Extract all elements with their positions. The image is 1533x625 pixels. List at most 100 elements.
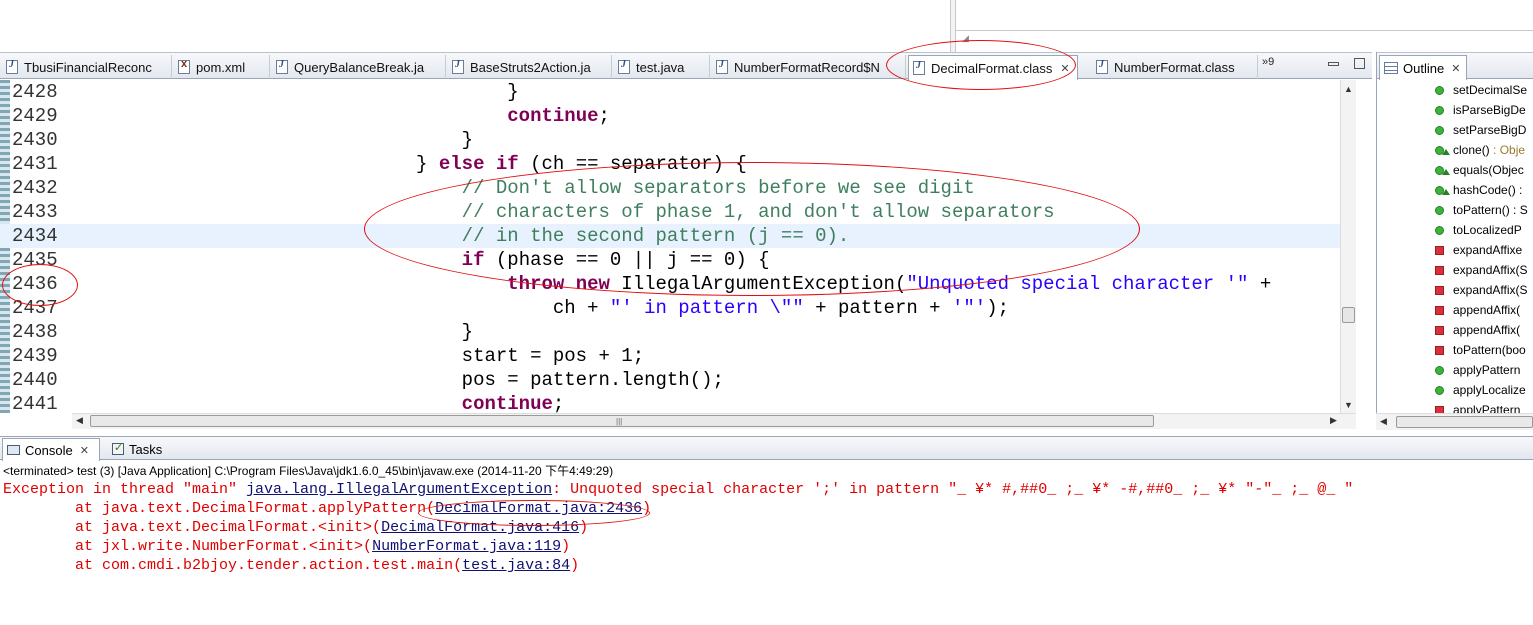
tab-query-balance-break[interactable]: QueryBalanceBreak.ja: [272, 55, 446, 79]
outline-item[interactable]: setDecimalSe: [1435, 80, 1527, 100]
java-file-icon: [6, 59, 18, 74]
vertical-sash[interactable]: [950, 0, 956, 52]
outline-item[interactable]: expandAffix(S: [1435, 260, 1528, 280]
outline-item-label: setDecimalSe: [1453, 83, 1527, 97]
line-number: 2433: [12, 201, 58, 223]
outline-item[interactable]: expandAffix(S: [1435, 280, 1528, 300]
tab-console[interactable]: Console ✕: [2, 438, 100, 461]
outline-item[interactable]: appendAffix(: [1435, 320, 1520, 340]
outline-item[interactable]: applyPattern: [1435, 360, 1520, 380]
tab-label: Tasks: [129, 441, 163, 457]
editor-vertical-scrollbar[interactable]: [1340, 80, 1356, 413]
public-method-icon: [1435, 225, 1444, 235]
tab-decimal-format-class[interactable]: DecimalFormat.class ✕: [908, 55, 1078, 80]
private-method-icon: [1435, 245, 1444, 255]
tab-label: TbusiFinancialReconc: [24, 59, 152, 75]
tab-overflow-button[interactable]: »9: [1262, 56, 1274, 68]
code-line[interactable]: 2434 // in the second pattern (j == 0).: [0, 224, 1340, 248]
code-line[interactable]: 2430 }: [0, 128, 1340, 152]
code-text: throw new IllegalArgumentException("Unqu…: [74, 272, 1271, 296]
tab-label: NumberFormat.class: [1114, 59, 1235, 75]
xml-file-icon: [178, 58, 190, 74]
code-line[interactable]: 2437 ch + "' in pattern \"" + pattern + …: [0, 296, 1340, 320]
outline-item[interactable]: appendAffix(: [1435, 300, 1520, 320]
editor-vertical-scroll-thumb[interactable]: [1342, 307, 1355, 323]
outline-item[interactable]: expandAffixe: [1435, 240, 1522, 260]
public-method-icon: [1435, 205, 1444, 215]
tab-tasks[interactable]: Tasks: [108, 438, 170, 460]
close-icon[interactable]: ✕: [80, 444, 89, 457]
stack-frame-link[interactable]: NumberFormat.java:119: [372, 538, 561, 555]
outline-item[interactable]: applyLocalize: [1435, 380, 1526, 400]
code-text: // characters of phase 1, and don't allo…: [74, 200, 1055, 224]
line-number: 2429: [12, 105, 58, 127]
tab-tbusi-financial-reconc[interactable]: TbusiFinancialReconc: [2, 55, 172, 79]
tab-label: NumberFormatRecord$N: [734, 59, 880, 75]
close-icon[interactable]: ✕: [1451, 62, 1460, 75]
java-file-icon: [716, 59, 728, 74]
stack-frame-suffix: ): [570, 557, 580, 574]
maximize-icon[interactable]: [1354, 58, 1365, 69]
tab-number-format-record[interactable]: NumberFormatRecord$N: [712, 55, 906, 79]
outline-horizontal-scroll-thumb[interactable]: [1396, 416, 1533, 428]
exception-line: Exception in thread "main" java.lang.Ill…: [3, 481, 1353, 498]
code-line[interactable]: 2433 // characters of phase 1, and don't…: [0, 200, 1340, 224]
outline-item[interactable]: equals(Objec: [1435, 160, 1524, 180]
tab-pom-xml[interactable]: pom.xml: [174, 55, 270, 79]
stack-frame-link[interactable]: test.java:84: [462, 557, 570, 574]
code-line[interactable]: 2431 } else if (ch == separator) {: [0, 152, 1340, 176]
close-icon[interactable]: ✕: [1060, 62, 1069, 75]
code-text: continue;: [74, 392, 565, 413]
code-string: "Unquoted special character '": [906, 273, 1249, 295]
outline-item[interactable]: isParseBigDe: [1435, 100, 1526, 120]
stack-frame-link[interactable]: DecimalFormat.java:416: [381, 519, 579, 536]
private-method-icon: [1435, 345, 1444, 355]
code-line[interactable]: 2435 if (phase == 0 || j == 0) {: [0, 248, 1340, 272]
scroll-right-icon[interactable]: ▶: [1330, 415, 1337, 426]
tab-outline[interactable]: Outline ✕: [1379, 55, 1467, 80]
tab-base-struts2-action[interactable]: BaseStruts2Action.ja: [448, 55, 612, 79]
outline-item[interactable]: clone() : Obje: [1435, 140, 1525, 160]
scroll-left-icon[interactable]: ◀: [76, 415, 83, 426]
public-method-icon: [1435, 385, 1444, 395]
exception-class-link[interactable]: java.lang.IllegalArgumentException: [246, 481, 552, 498]
minimize-icon[interactable]: [1328, 62, 1339, 66]
outline-item-label: appendAffix(: [1453, 323, 1520, 337]
tab-label: Console: [25, 442, 73, 458]
tab-label: QueryBalanceBreak.ja: [294, 59, 425, 75]
outline-item[interactable]: toPattern() : S: [1435, 200, 1528, 220]
outline-list: setDecimalSe isParseBigDe setParseBigD clon…: [1377, 80, 1533, 415]
public-method-icon: [1435, 365, 1444, 375]
outline-item[interactable]: hashCode() :: [1435, 180, 1522, 200]
code-token: ;: [552, 393, 565, 413]
code-line[interactable]: 2436 throw new IllegalArgumentException(…: [0, 272, 1340, 296]
code-token: }: [74, 129, 474, 151]
line-number: 2431: [12, 153, 58, 175]
outline-item[interactable]: setParseBigD: [1435, 120, 1526, 140]
code-line[interactable]: 2441 continue;: [0, 392, 1340, 413]
code-line[interactable]: 2429 continue;: [0, 104, 1340, 128]
horizontal-sash[interactable]: [956, 30, 1533, 31]
code-line[interactable]: 2440 pos = pattern.length();: [0, 368, 1340, 392]
scroll-up-icon[interactable]: ▲: [1344, 84, 1353, 94]
outline-item[interactable]: toPattern(boo: [1435, 340, 1526, 360]
outline-item-name: expandAffixe: [1453, 243, 1523, 257]
console-output[interactable]: <terminated> test (3) [Java Application]…: [0, 461, 1533, 625]
stack-frame-link[interactable]: DecimalFormat.java:2436: [435, 500, 642, 517]
public-method-icon: [1435, 125, 1444, 135]
outline-item-name: appendAffix(: [1453, 323, 1521, 337]
tab-number-format-class[interactable]: NumberFormat.class: [1092, 55, 1258, 79]
code-line[interactable]: 2439 start = pos + 1;: [0, 344, 1340, 368]
outline-item[interactable]: toLocalizedP: [1435, 220, 1522, 240]
sash-arrow-icon[interactable]: ◢: [962, 33, 969, 44]
code-line[interactable]: 2432 // Don't allow separators before we…: [0, 176, 1340, 200]
tab-test-java[interactable]: test.java: [614, 55, 710, 79]
outline-icon: [1384, 62, 1398, 74]
scroll-down-icon[interactable]: ▼: [1344, 400, 1353, 410]
code-editor[interactable]: 2428 } 2429 continue; 2430 } 2431 } else if…: [0, 80, 1356, 413]
line-number: 2440: [12, 369, 58, 391]
scroll-left-icon[interactable]: ◀: [1380, 416, 1387, 427]
code-line[interactable]: 2438 }: [0, 320, 1340, 344]
code-line[interactable]: 2428 }: [0, 80, 1340, 104]
